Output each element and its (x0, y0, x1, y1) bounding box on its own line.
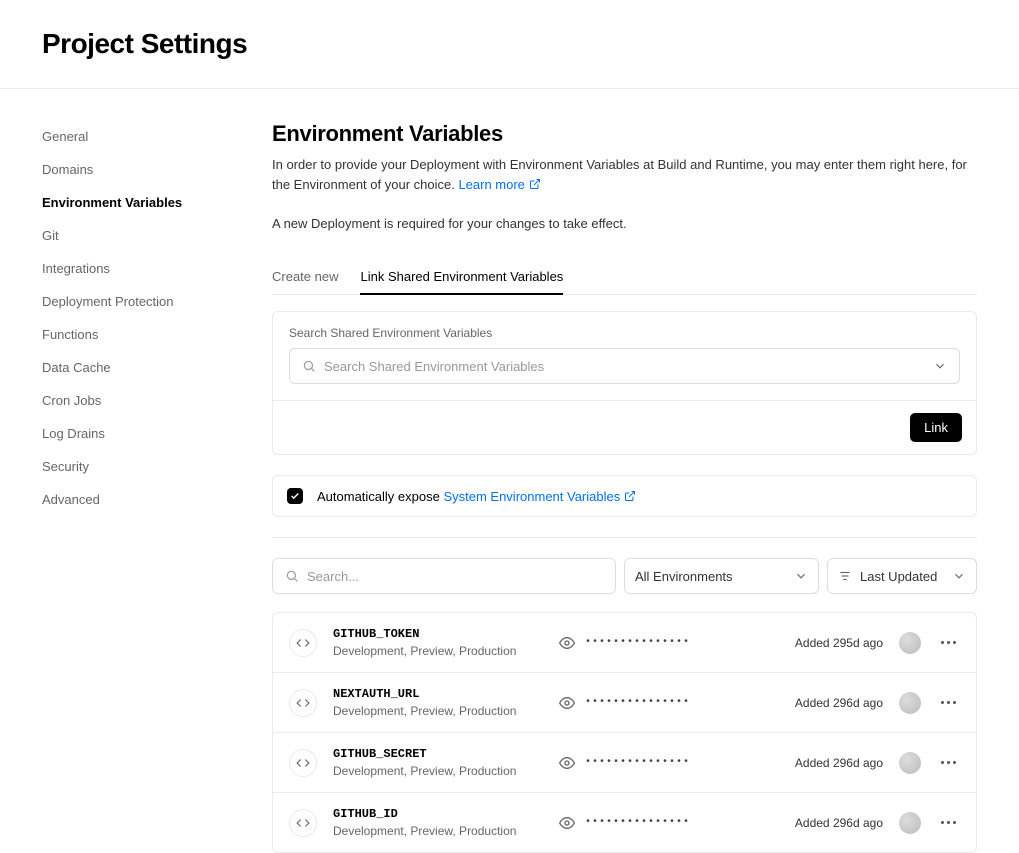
sidebar-item-domains[interactable]: Domains (42, 154, 212, 185)
var-environments: Development, Preview, Production (333, 764, 543, 778)
sidebar-item-environment-variables[interactable]: Environment Variables (42, 187, 212, 218)
env-var-row: GITHUB_ID Development, Preview, Producti… (273, 793, 976, 852)
section-description: In order to provide your Deployment with… (272, 155, 977, 194)
code-brackets-icon (296, 816, 310, 830)
chevron-down-icon (933, 359, 947, 373)
more-menu-button[interactable] (937, 817, 960, 828)
var-name: GITHUB_ID (333, 807, 543, 821)
env-var-row: GITHUB_TOKEN Development, Preview, Produ… (273, 613, 976, 673)
var-value-masked: ••••••••••••••• (585, 637, 690, 648)
filter-search[interactable] (272, 558, 616, 594)
var-value-masked: ••••••••••••••• (585, 697, 690, 708)
section-description-text: In order to provide your Deployment with… (272, 157, 967, 192)
system-env-link[interactable]: System Environment Variables (443, 489, 636, 504)
link-shared-card: Search Shared Environment Variables Link (272, 311, 977, 455)
page-title: Project Settings (42, 28, 977, 60)
chevron-down-icon (952, 569, 966, 583)
eye-icon[interactable] (559, 635, 575, 651)
env-var-row: GITHUB_SECRET Development, Preview, Prod… (273, 733, 976, 793)
var-environments: Development, Preview, Production (333, 824, 543, 838)
eye-icon[interactable] (559, 695, 575, 711)
var-added: Added 296d ago (795, 816, 883, 830)
environment-select[interactable]: All Environments (624, 558, 819, 594)
var-added: Added 296d ago (795, 756, 883, 770)
sort-select-label: Last Updated (860, 569, 937, 584)
search-label: Search Shared Environment Variables (289, 326, 960, 340)
sidebar: GeneralDomainsEnvironment VariablesGitIn… (42, 121, 212, 853)
tab-create-new[interactable]: Create new (272, 259, 338, 294)
var-added: Added 296d ago (795, 696, 883, 710)
divider (272, 537, 977, 538)
system-env-link-label: System Environment Variables (443, 489, 620, 504)
chevron-down-icon (794, 569, 808, 583)
learn-more-label: Learn more (458, 175, 524, 195)
check-icon (290, 491, 300, 501)
external-link-icon (529, 178, 541, 190)
code-brackets-icon (296, 636, 310, 650)
code-brackets-icon (296, 696, 310, 710)
sidebar-item-log-drains[interactable]: Log Drains (42, 418, 212, 449)
sidebar-item-integrations[interactable]: Integrations (42, 253, 212, 284)
code-brackets-icon (296, 756, 310, 770)
auto-expose-banner: Automatically expose System Environment … (272, 475, 977, 517)
filter-row: All Environments Last Updated (272, 558, 977, 594)
shared-search-input[interactable] (324, 359, 925, 374)
var-value-masked: ••••••••••••••• (585, 817, 690, 828)
search-icon (285, 569, 299, 583)
var-value-masked: ••••••••••••••• (585, 757, 690, 768)
var-icon (289, 629, 317, 657)
main-content: Environment Variables In order to provid… (272, 121, 977, 853)
sidebar-item-git[interactable]: Git (42, 220, 212, 251)
more-menu-button[interactable] (937, 757, 960, 768)
filter-search-input[interactable] (307, 569, 603, 584)
env-var-row: NEXTAUTH_URL Development, Preview, Produ… (273, 673, 976, 733)
more-menu-button[interactable] (937, 637, 960, 648)
auto-expose-checkbox[interactable] (287, 488, 303, 504)
shared-search-box[interactable] (289, 348, 960, 384)
sidebar-item-deployment-protection[interactable]: Deployment Protection (42, 286, 212, 317)
eye-icon[interactable] (559, 755, 575, 771)
external-link-icon (624, 490, 636, 502)
avatar (899, 752, 921, 774)
var-environments: Development, Preview, Production (333, 644, 543, 658)
var-icon (289, 689, 317, 717)
sidebar-item-data-cache[interactable]: Data Cache (42, 352, 212, 383)
var-icon (289, 749, 317, 777)
avatar (899, 632, 921, 654)
var-added: Added 295d ago (795, 636, 883, 650)
sort-icon (838, 569, 852, 583)
sidebar-item-advanced[interactable]: Advanced (42, 484, 212, 515)
link-button[interactable]: Link (910, 413, 962, 442)
sidebar-item-functions[interactable]: Functions (42, 319, 212, 350)
avatar (899, 692, 921, 714)
env-var-list: GITHUB_TOKEN Development, Preview, Produ… (272, 612, 977, 853)
tab-link-shared-environment-variables[interactable]: Link Shared Environment Variables (360, 259, 563, 294)
var-name: GITHUB_SECRET (333, 747, 543, 761)
sidebar-item-security[interactable]: Security (42, 451, 212, 482)
more-menu-button[interactable] (937, 697, 960, 708)
tabs: Create new Link Shared Environment Variab… (272, 259, 977, 295)
learn-more-link[interactable]: Learn more (458, 175, 540, 195)
eye-icon[interactable] (559, 815, 575, 831)
environment-select-label: All Environments (635, 569, 733, 584)
banner-prefix: Automatically expose (317, 489, 443, 504)
var-name: GITHUB_TOKEN (333, 627, 543, 641)
search-icon (302, 359, 316, 373)
section-title: Environment Variables (272, 121, 977, 147)
sort-select[interactable]: Last Updated (827, 558, 977, 594)
var-icon (289, 809, 317, 837)
deployment-note: A new Deployment is required for your ch… (272, 216, 977, 231)
sidebar-item-cron-jobs[interactable]: Cron Jobs (42, 385, 212, 416)
var-environments: Development, Preview, Production (333, 704, 543, 718)
var-name: NEXTAUTH_URL (333, 687, 543, 701)
sidebar-item-general[interactable]: General (42, 121, 212, 152)
